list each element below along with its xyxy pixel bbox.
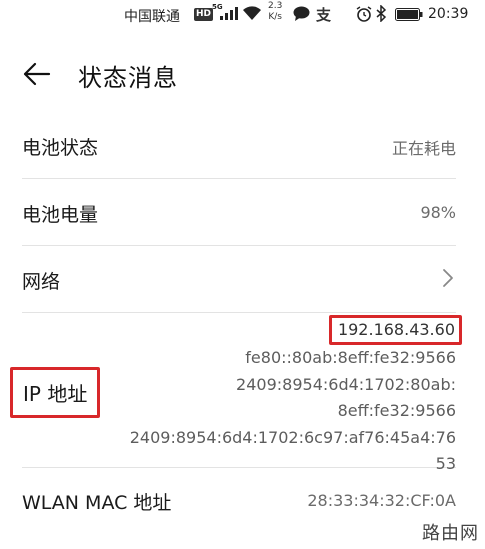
message-bubble-icon	[293, 6, 310, 25]
wifi-icon	[242, 6, 262, 25]
status-bar: 中国联通 HD 5G 2.3 K/s 支 20:39	[0, 0, 485, 30]
signal-bars-icon	[220, 7, 238, 24]
wlan-mac-row: WLAN MAC 地址 28:33:34:32:CF:0A	[22, 468, 456, 534]
ip-address-row: IP 地址 192.168.43.60 fe80::80ab:8eff:fe32…	[10, 313, 462, 473]
wlan-mac-label: WLAN MAC 地址	[22, 492, 172, 514]
battery-status-label: 电池状态	[22, 137, 99, 159]
ipv6-address-1-part1: 2409:8954:6d4:1702:80ab:	[236, 374, 456, 394]
bluetooth-icon	[376, 4, 387, 26]
network-speed: 2.3 K/s	[268, 1, 282, 23]
ip-address-label: IP 地址	[10, 367, 101, 418]
battery-status-value: 正在耗电	[391, 139, 456, 158]
page-title: 状态消息	[78, 64, 178, 92]
speed-value: 2.3	[268, 1, 283, 11]
ip-address-values: 192.168.43.60 fe80::80ab:8eff:fe32:9566 …	[96, 315, 462, 478]
ipv6-link-local: fe80::80ab:8eff:fe32:9566	[245, 348, 456, 367]
hd-badge: HD	[194, 8, 214, 21]
arrow-left-icon	[23, 62, 51, 86]
ipv4-address: 192.168.43.60	[328, 315, 462, 345]
carrier-name: 中国联通	[124, 9, 180, 25]
network-row[interactable]: 网络	[22, 246, 456, 313]
speed-unit: K/s	[268, 12, 282, 22]
battery-level-row: 电池电量 98%	[22, 179, 456, 246]
chevron-right-icon	[442, 268, 454, 292]
title-bar: 状态消息	[0, 44, 485, 104]
wlan-mac-value: 28:33:34:32:CF:0A	[307, 491, 456, 510]
ipv6-address-1-part2: 8eff:fe32:9566	[337, 401, 456, 420]
battery-status-row: 电池状态 正在耗电	[22, 112, 456, 179]
ipv6-address-2-part1: 2409:8954:6d4:1702:6c97:af76:45a4:76	[129, 427, 456, 447]
network-label: 网络	[22, 271, 61, 293]
battery-icon	[395, 8, 423, 25]
battery-level-label: 电池电量	[22, 204, 99, 226]
back-button[interactable]	[22, 59, 52, 89]
battery-level-value: 98%	[420, 203, 456, 222]
watermark: 路由网	[422, 523, 479, 544]
alarm-icon	[356, 6, 372, 26]
clock-time: 20:39	[428, 6, 469, 22]
alipay-icon: 支	[316, 6, 332, 24]
